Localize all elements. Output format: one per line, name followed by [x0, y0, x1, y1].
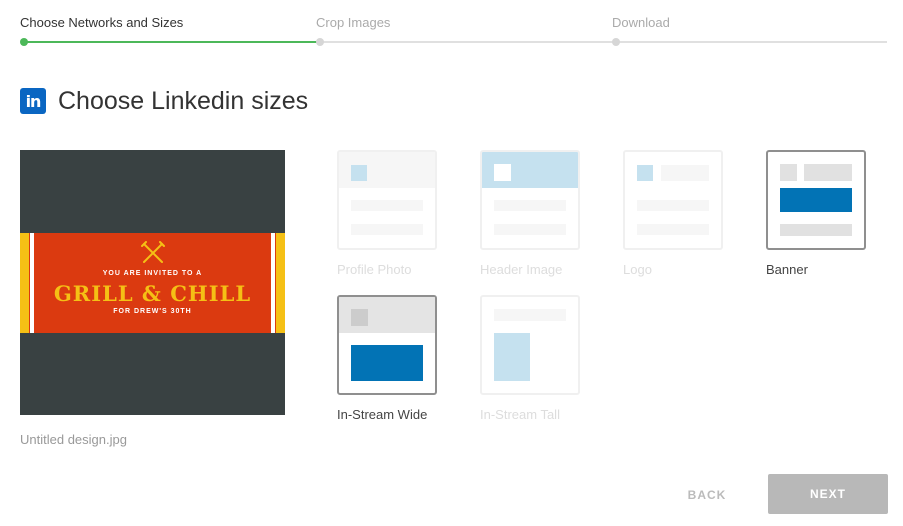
size-label-in-stream-wide: In-Stream Wide	[337, 407, 428, 422]
page-title: Choose Linkedin sizes	[58, 86, 309, 115]
back-button[interactable]: BACK	[674, 480, 740, 510]
step-download[interactable]: Download	[612, 15, 670, 30]
invitation-headline: GRILL & CHILL	[53, 281, 252, 306]
step-choose-networks[interactable]: Choose Networks and Sizes	[20, 15, 183, 30]
size-option-in-stream-wide[interactable]	[337, 295, 437, 395]
progress-track-remaining	[320, 41, 887, 43]
size-option-banner[interactable]	[766, 150, 866, 250]
banner-block	[780, 188, 852, 212]
design-preview: YOU ARE INVITED TO A GRILL & CHILL FOR D…	[20, 150, 285, 415]
size-option-logo[interactable]	[623, 150, 723, 250]
size-option-profile-photo[interactable]	[337, 150, 437, 250]
size-label-logo: Logo	[623, 262, 652, 277]
size-label-banner: Banner	[766, 262, 808, 277]
progress-stepper: Choose Networks and Sizes Crop Images Do…	[0, 0, 903, 50]
size-label-in-stream-tall: In-Stream Tall	[480, 407, 560, 422]
crossed-forks-icon	[141, 241, 165, 263]
invitation-line-3: FOR DREW'S 30TH	[113, 308, 192, 315]
logo-thumb	[637, 165, 653, 181]
step-dot-1	[20, 38, 28, 46]
invitation-banner: YOU ARE INVITED TO A GRILL & CHILL FOR D…	[20, 233, 285, 333]
progress-track-complete	[24, 41, 320, 43]
size-label-profile-photo: Profile Photo	[337, 262, 412, 277]
profile-photo-thumb	[351, 165, 367, 181]
next-button[interactable]: NEXT	[768, 474, 888, 514]
size-option-header-image[interactable]	[480, 150, 580, 250]
page-header: in Choose Linkedin sizes	[20, 86, 308, 116]
step-crop-images[interactable]: Crop Images	[316, 15, 390, 30]
invitation-line-1: YOU ARE INVITED TO A	[102, 270, 203, 277]
preview-filename: Untitled design.jpg	[20, 432, 127, 447]
step-dot-2	[316, 38, 324, 46]
linkedin-icon: in	[20, 88, 46, 114]
in-stream-tall-block	[494, 333, 530, 381]
size-label-header-image: Header Image	[480, 262, 563, 277]
size-option-in-stream-tall[interactable]	[480, 295, 580, 395]
in-stream-wide-block	[351, 345, 423, 381]
step-dot-3	[612, 38, 620, 46]
